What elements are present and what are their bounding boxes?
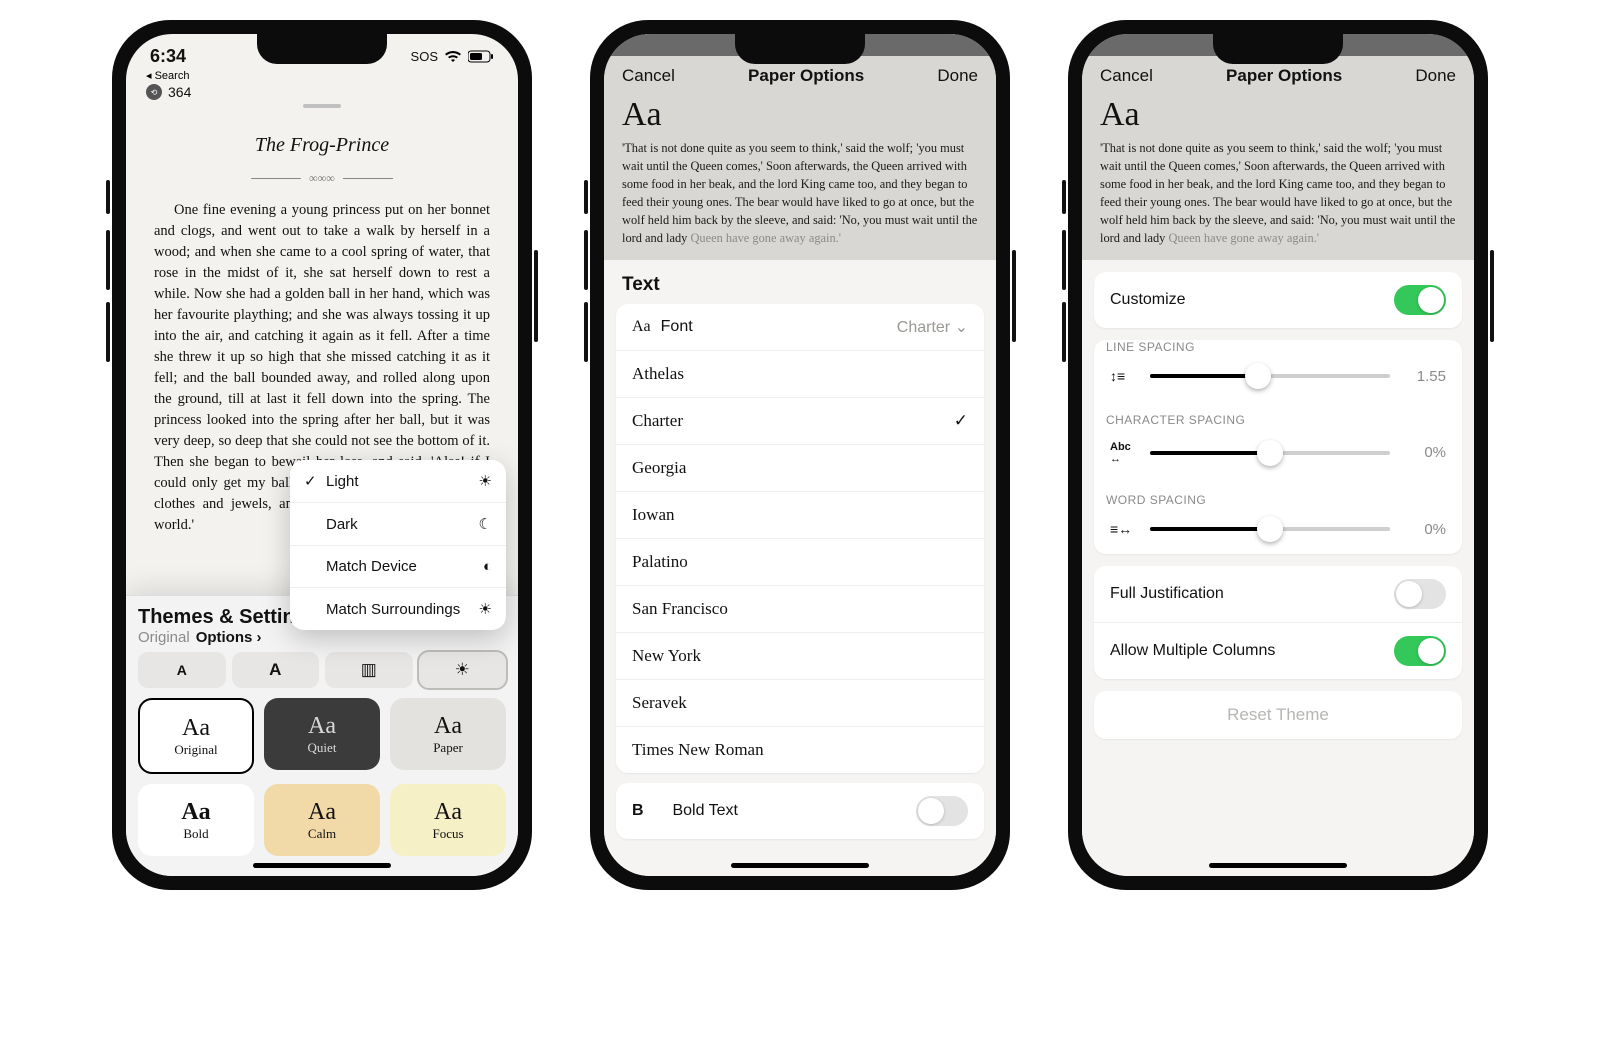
allow-columns-row[interactable]: Allow Multiple Columns <box>1094 623 1462 679</box>
font-option-palatino[interactable]: Palatino <box>616 539 984 586</box>
done-button[interactable]: Done <box>937 66 978 86</box>
char-spacing-icon: Abc↔ <box>1110 441 1136 465</box>
font-option-times-new-roman[interactable]: Times New Roman <box>616 727 984 773</box>
wifi-icon <box>444 50 462 63</box>
char-spacing-value: 0% <box>1404 444 1446 461</box>
word-spacing-slider-row: ≡↔ 0% <box>1094 513 1462 554</box>
moon-icon: ☾ <box>479 515 492 533</box>
customize-switch[interactable] <box>1394 285 1446 315</box>
full-justification-row[interactable]: Full Justification <box>1094 566 1462 623</box>
status-sos: SOS <box>411 49 438 64</box>
font-size-down-tab[interactable]: A <box>138 652 226 688</box>
appearance-tab[interactable]: ☀︎ <box>419 652 507 688</box>
layout-card: Full Justification Allow Multiple Column… <box>1094 566 1462 679</box>
word-spacing-icon: ≡↔ <box>1110 521 1136 537</box>
reset-theme-button[interactable]: Reset Theme <box>1094 691 1462 739</box>
appearance-light[interactable]: ✓Light ☀︎ <box>290 460 506 503</box>
word-spacing-label: WORD SPACING <box>1106 493 1462 507</box>
sample-aa: Aa <box>622 96 978 134</box>
appearance-dark[interactable]: Dark ☾ <box>290 503 506 546</box>
customize-row[interactable]: Customize <box>1094 272 1462 328</box>
allow-columns-switch[interactable] <box>1394 636 1446 666</box>
word-spacing-value: 0% <box>1404 521 1446 538</box>
theme-paper[interactable]: AaPaper <box>390 698 506 770</box>
page-count-icon: ⟲ <box>146 84 162 100</box>
cancel-button[interactable]: Cancel <box>1100 66 1153 86</box>
phone-1: 6:34 SOS ◂ Search ⟲ 364 The Frog-Prince … <box>112 20 532 890</box>
theme-original[interactable]: AaOriginal <box>138 698 254 774</box>
sample-body: 'That is not done quite as you seem to t… <box>1100 140 1456 248</box>
theme-calm[interactable]: AaCalm <box>264 784 380 856</box>
spacing-card: LINE SPACING ↕≡ 1.55 CHARACTER SPACING A… <box>1094 340 1462 554</box>
line-spacing-icon: ↕≡ <box>1110 368 1136 384</box>
font-option-charter[interactable]: Charter✓ <box>616 398 984 445</box>
checkmark-icon: ✓ <box>954 411 968 431</box>
cancel-button[interactable]: Cancel <box>622 66 675 86</box>
char-spacing-label: CHARACTER SPACING <box>1106 413 1462 427</box>
char-spacing-slider[interactable] <box>1150 451 1390 455</box>
theme-focus[interactable]: AaFocus <box>390 784 506 856</box>
theme-quiet[interactable]: AaQuiet <box>264 698 380 770</box>
home-indicator[interactable] <box>253 863 391 868</box>
font-card: AaFont Charter ⌄ AthelasCharter✓GeorgiaI… <box>616 304 984 773</box>
char-spacing-slider-row: Abc↔ 0% <box>1094 433 1462 481</box>
page-count: ⟲ 364 <box>126 82 518 102</box>
section-text-label: Text <box>622 274 984 296</box>
line-spacing-slider-row: ↕≡ 1.55 <box>1094 360 1462 401</box>
appearance-match-device[interactable]: Match Device ◐ <box>290 546 506 588</box>
appearance-menu: ✓Light ☀︎ Dark ☾ Match Device ◐ Match Su… <box>290 460 506 630</box>
themes-original-label: Original <box>138 629 190 646</box>
home-indicator[interactable] <box>731 863 869 868</box>
font-size-up-tab[interactable]: A <box>232 652 320 688</box>
theme-bold[interactable]: AaBold <box>138 784 254 856</box>
font-option-iowan[interactable]: Iowan <box>616 492 984 539</box>
book-title: The Frog-Prince <box>154 134 490 157</box>
phone-2: Cancel Paper Options Done Aa 'That is no… <box>590 20 1010 890</box>
word-spacing-slider[interactable] <box>1150 527 1390 531</box>
themes-options-button[interactable]: Options › <box>196 629 262 646</box>
line-spacing-value: 1.55 <box>1404 368 1446 385</box>
font-option-athelas[interactable]: Athelas <box>616 351 984 398</box>
font-option-seravek[interactable]: Seravek <box>616 680 984 727</box>
font-option-new-york[interactable]: New York <box>616 633 984 680</box>
line-spacing-label: LINE SPACING <box>1106 340 1462 354</box>
bold-text-switch[interactable] <box>916 796 968 826</box>
sample-aa: Aa <box>1100 96 1456 134</box>
font-header-row[interactable]: AaFont Charter ⌄ <box>616 304 984 351</box>
done-button[interactable]: Done <box>1415 66 1456 86</box>
sun-icon: ☀︎ <box>479 472 492 490</box>
sample-body: 'That is not done quite as you seem to t… <box>622 140 978 248</box>
status-time: 6:34 <box>150 46 186 67</box>
battery-icon <box>468 50 494 63</box>
page-icon: ▥ <box>361 660 377 680</box>
sheet-title: Paper Options <box>1226 66 1342 86</box>
full-justification-switch[interactable] <box>1394 579 1446 609</box>
phone-3: Cancel Paper Options Done Aa 'That is no… <box>1068 20 1488 890</box>
auto-brightness-icon: ☀︎ <box>479 600 492 618</box>
reset-theme-card: Reset Theme <box>1094 691 1462 739</box>
font-option-georgia[interactable]: Georgia <box>616 445 984 492</box>
bold-text-row[interactable]: B Bold Text <box>616 783 984 839</box>
font-option-san-francisco[interactable]: San Francisco <box>616 586 984 633</box>
brightness-icon: ☀︎ <box>455 660 470 680</box>
appearance-match-surroundings[interactable]: Match Surroundings ☀︎ <box>290 588 506 630</box>
aa-icon: Aa <box>632 318 651 336</box>
home-indicator[interactable] <box>1209 863 1347 868</box>
bold-text-card: B Bold Text <box>616 783 984 839</box>
line-spacing-slider[interactable] <box>1150 374 1390 378</box>
chevron-down-icon: ⌄ <box>955 319 968 336</box>
half-circle-icon: ◐ <box>483 558 492 575</box>
checkmark-icon: ✓ <box>304 472 318 490</box>
customize-card: Customize <box>1094 272 1462 328</box>
themes-sheet: Themes & Settings Original Options › A A… <box>126 595 518 876</box>
ornament-icon: ∞∞∞ <box>154 171 490 186</box>
back-to-search[interactable]: ◂ Search <box>126 69 518 82</box>
scroll-mode-tab[interactable]: ▥ <box>325 652 413 688</box>
sheet-grabber[interactable] <box>303 104 341 108</box>
sheet-title: Paper Options <box>748 66 864 86</box>
